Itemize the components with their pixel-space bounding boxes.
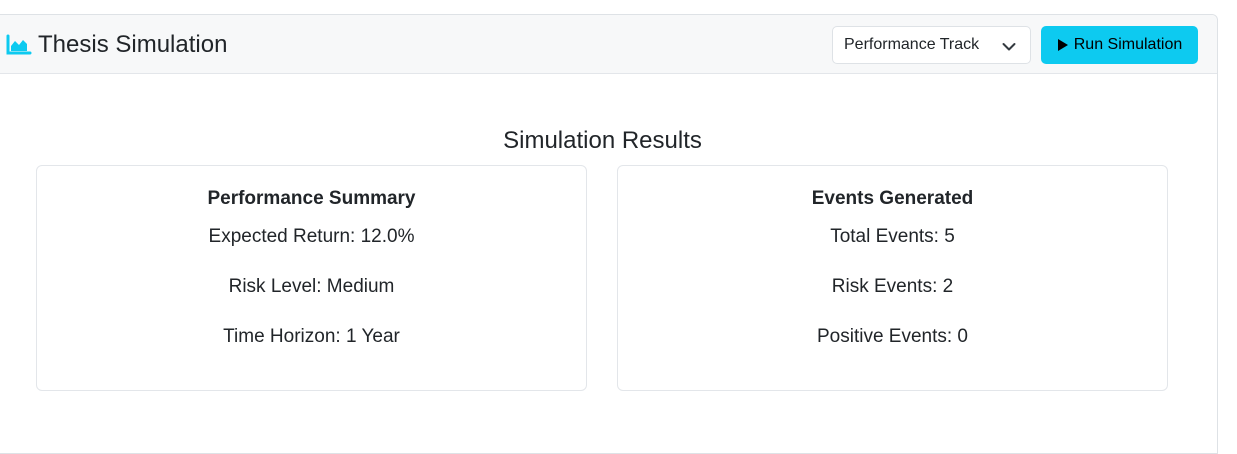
total-events-stat: Total Events: 5: [830, 226, 955, 247]
track-select-value: Performance Track: [844, 36, 980, 53]
results-title: Simulation Results: [503, 127, 702, 154]
simulation-card: Thesis Simulation Performance Track Run …: [0, 14, 1218, 454]
run-simulation-label: Run Simulation: [1073, 36, 1183, 53]
page-title: Thesis Simulation: [38, 31, 228, 58]
track-select[interactable]: Performance Track: [832, 26, 1031, 64]
risk-level-stat: Risk Level: Medium: [228, 276, 395, 297]
events-generated-panel: Events Generated Total Events: 5 Risk Ev…: [617, 165, 1168, 391]
card-header: Thesis Simulation Performance Track Run …: [0, 15, 1217, 74]
events-generated-title: Events Generated: [811, 188, 974, 209]
title-group: Thesis Simulation: [6, 31, 227, 59]
chevron-down-icon: [1002, 39, 1016, 51]
risk-events-stat: Risk Events: 2: [831, 276, 954, 297]
performance-summary-title: Performance Summary: [207, 188, 416, 209]
expected-return-stat: Expected Return: 12.0%: [208, 226, 415, 247]
area-chart-icon: [6, 34, 32, 56]
positive-events-stat: Positive Events: 0: [816, 326, 969, 347]
time-horizon-stat: Time Horizon: 1 Year: [223, 326, 400, 347]
performance-summary-panel: Performance Summary Expected Return: 12.…: [36, 165, 587, 391]
run-simulation-button[interactable]: Run Simulation: [1041, 26, 1198, 64]
play-icon: [1057, 38, 1069, 52]
